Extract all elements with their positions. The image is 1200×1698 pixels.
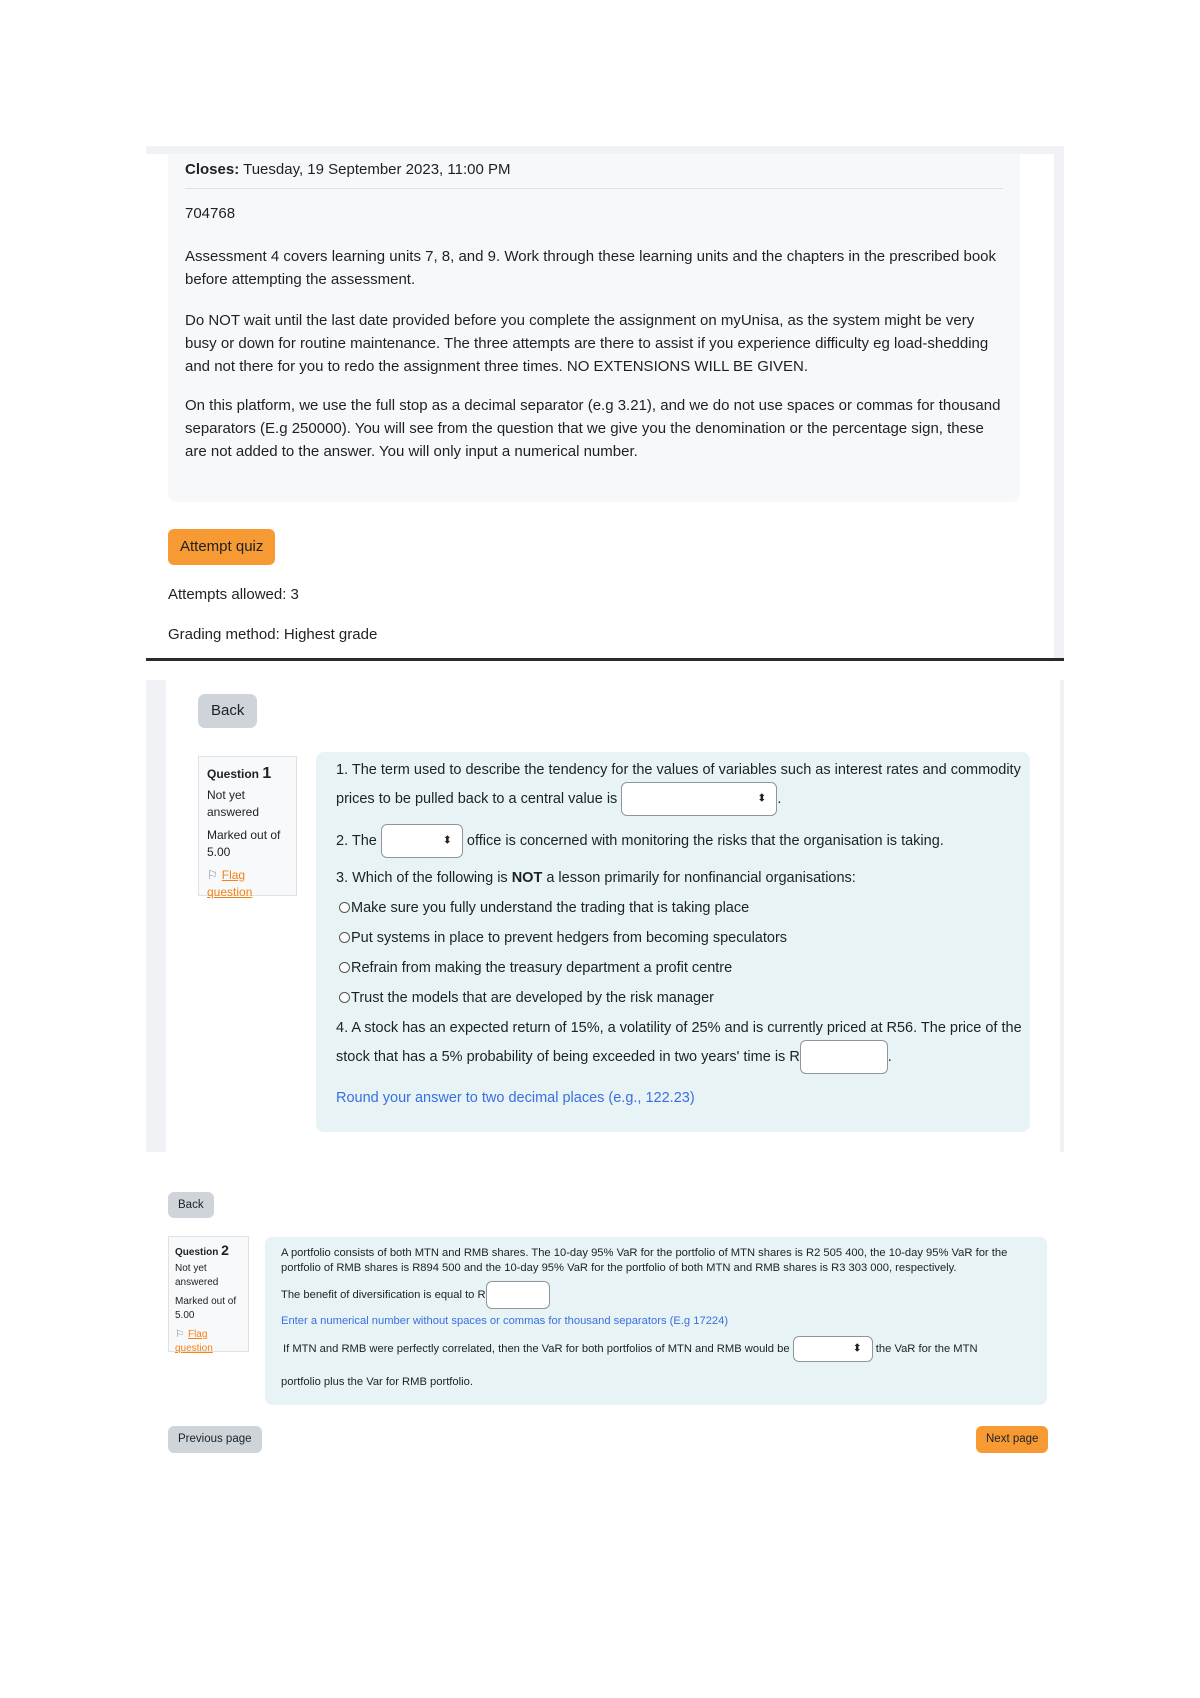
part-1-line-2: prices to be pulled back to a central va… [336,782,1010,816]
select-arrows-icon: ⬍ [442,834,452,847]
previous-page-button[interactable]: Previous page [168,1426,262,1453]
quiz-code: 704768 [185,205,236,222]
attempt-quiz-button[interactable]: Attempt quiz [168,529,276,565]
correlation-select[interactable]: ⬍ [792,1336,873,1362]
stem-line-1: A portfolio consists of both MTN and RMB… [281,1247,1008,1259]
radio-button[interactable] [339,932,350,943]
intro-divider [185,188,1003,189]
benefit-line: The benefit of diversification is equal … [281,1281,550,1309]
question-marks: Marked out of 5.00 [175,1296,237,1321]
part-4-answer-input[interactable] [799,1040,888,1074]
flag-question[interactable]: ⚐ Flag question [207,867,288,901]
select-arrows-icon: ⬍ [852,1342,862,1355]
question-number: Question 2 [175,1242,229,1258]
part-3-prompt: 3. Which of the following is NOT a lesso… [336,870,856,886]
back-button[interactable]: Back [168,1192,214,1218]
quiz-intro-box: Closes: Tuesday, 19 September 2023, 11:0… [168,154,1020,502]
stem-line-2: portfolio of RMB shares is R894 500 and … [281,1262,957,1274]
radio-button[interactable] [339,992,350,1003]
radio-button[interactable] [339,962,350,973]
part-1-select[interactable]: ⬍ [621,782,778,816]
quiz-info-inner: Closes: Tuesday, 19 September 2023, 11:0… [146,154,1054,658]
next-page-button[interactable]: Next page [976,1426,1049,1453]
part-3-option[interactable]: Put systems in place to prevent hedgers … [339,930,1010,946]
question-2-content: A portfolio consists of both MTN and RMB… [265,1237,1047,1405]
flag-icon: ⚐ [175,1329,184,1340]
correlation-line: If MTN and RMB were perfectly correlated… [283,1336,978,1362]
section-divider [146,658,1064,661]
question-2-info: Question 2 Not yet answered Marked out o… [168,1236,249,1354]
select-arrows-icon: ⬍ [757,792,767,805]
back-button[interactable]: Back [198,694,258,728]
intro-paragraph-3: On this platform, we use the full stop a… [185,397,1001,460]
benefit-answer-input[interactable] [485,1281,550,1309]
closes-label: Closes: [185,161,240,178]
right-border [1060,680,1064,1152]
left-border [146,680,166,1152]
intro-paragraph-2: Do NOT wait until the last date provided… [185,312,989,375]
question-marks: Marked out of 5.00 [207,828,281,859]
part-4-line-1: 4. A stock has an expected return of 15%… [336,1020,1022,1036]
question-status: Not yet answered [207,788,260,819]
attempts-allowed: Attempts allowed: 3 [168,586,299,603]
part-2-select[interactable]: ⬍ [380,824,463,858]
flag-question[interactable]: ⚐ Flag question [175,1328,242,1356]
question-1-content: 1. The term used to describe the tendenc… [316,752,1030,1132]
question-1-info: Question 1 Not yet answered Marked out o… [198,756,297,899]
question-status: Not yet answered [175,1263,219,1288]
part-2-line: 2. The ⬍ office is concerned with monito… [336,824,1010,858]
part-3-option[interactable]: Refrain from making the treasury departm… [339,960,1010,976]
benefit-hint: Enter a numerical number without spaces … [281,1315,729,1327]
correlation-line-2: portfolio plus the Var for RMB portfolio… [281,1376,473,1388]
question-1-panel: Back Question 1 Not yet answered Marked … [146,680,1064,1152]
part-4-line-2: stock that has a 5% probability of being… [336,1040,1010,1074]
radio-button[interactable] [339,902,350,913]
part-1-line-1: 1. The term used to describe the tendenc… [336,762,1021,778]
flag-icon: ⚐ [207,868,218,882]
closes-date: Closes: Tuesday, 19 September 2023, 11:0… [185,158,510,181]
part-3-option[interactable]: Trust the models that are developed by t… [339,990,1010,1006]
intro-paragraph-1: Assessment 4 covers learning units 7, 8,… [185,248,997,288]
question-number: Question 1 [207,765,272,782]
part-4-hint: Round your answer to two decimal places … [336,1090,695,1106]
grading-method: Grading method: Highest grade [168,626,378,643]
quiz-info-panel: Closes: Tuesday, 19 September 2023, 11:0… [146,146,1064,658]
closes-value: Tuesday, 19 September 2023, 11:00 PM [243,161,511,178]
part-3-option[interactable]: Make sure you fully understand the tradi… [339,900,1010,916]
